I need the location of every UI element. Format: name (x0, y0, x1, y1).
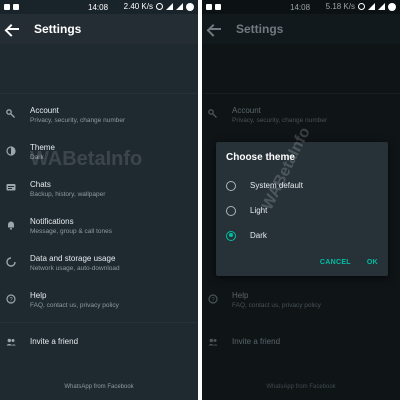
whatsapp-icon (206, 4, 212, 10)
alarm-icon (358, 3, 365, 10)
radio-button[interactable] (226, 205, 236, 216)
app-bar: Settings (0, 14, 198, 44)
status-time: 14:08 (290, 3, 311, 12)
item-subtitle: FAQ, contact us, privacy policy (30, 302, 119, 309)
notification-icon (215, 4, 221, 10)
settings-item-help[interactable]: ? Help FAQ, contact us, privacy policy (0, 283, 198, 320)
item-title: Account (30, 106, 59, 115)
footer-text: WhatsApp from Facebook (266, 384, 336, 390)
settings-item-chats[interactable]: Chats Backup, history, wallpaper (0, 172, 198, 209)
wifi-icon (166, 3, 173, 10)
status-bar: 14:08 2.40 K/s (0, 0, 198, 14)
settings-item-data-storage[interactable]: Data and storage usage Network usage, au… (0, 246, 198, 283)
settings-item-invite: Invite a friend (202, 323, 400, 360)
app-bar: Settings (202, 14, 400, 44)
footer-text: WhatsApp from Facebook (64, 384, 134, 390)
notification-icon (13, 4, 19, 10)
option-label: Dark (250, 231, 267, 240)
key-icon (208, 109, 218, 119)
radio-button[interactable] (226, 180, 236, 191)
theme-option-dark[interactable]: Dark (226, 223, 376, 248)
item-subtitle: Privacy, security, change number (232, 117, 328, 124)
help-icon: ? (208, 294, 218, 304)
data-usage-icon (6, 257, 16, 267)
settings-list: Account Privacy, security, change number… (0, 94, 198, 360)
status-bar: 14:08 5.18 K/s (202, 0, 400, 14)
choose-theme-dialog: Choose theme System default Light Dark C… (216, 142, 388, 276)
network-speed: 5.18 K/s (325, 2, 355, 11)
network-speed: 2.40 K/s (123, 2, 153, 11)
item-subtitle: Backup, history, wallpaper (30, 191, 106, 198)
settings-screen-with-dialog: 14:08 5.18 K/s Settings Account Privacy,… (202, 0, 400, 400)
chat-icon (6, 183, 16, 193)
ok-button[interactable]: OK (367, 259, 378, 266)
item-subtitle: Message, group & call tones (30, 228, 113, 235)
whatsapp-icon (4, 4, 10, 10)
bell-icon (6, 220, 16, 230)
people-icon (6, 337, 16, 347)
item-title: Chats (30, 180, 51, 189)
item-title: Data and storage usage (30, 254, 116, 263)
page-title: Settings (236, 22, 284, 36)
alarm-icon (156, 3, 163, 10)
watermark: WABetaInfo (30, 148, 143, 170)
item-subtitle: Network usage, auto-download (30, 265, 120, 272)
theme-option-system-default[interactable]: System default (226, 173, 376, 198)
settings-item-help: ? Help FAQ, contact us, privacy policy (202, 283, 400, 320)
notification-icons (206, 4, 221, 10)
item-title: Help (232, 291, 249, 300)
theme-option-light[interactable]: Light (226, 198, 376, 223)
page-title: Settings (34, 22, 82, 36)
people-icon (208, 337, 218, 347)
item-title: Account (232, 106, 261, 115)
settings-screen: 14:08 2.40 K/s Settings Account Privacy,… (0, 0, 198, 400)
key-icon (6, 109, 16, 119)
battery-icon (388, 2, 396, 11)
help-icon: ? (6, 294, 16, 304)
item-title: Help (30, 291, 47, 300)
wifi-icon (368, 3, 375, 10)
signal-icon (378, 3, 385, 10)
settings-item-notifications[interactable]: Notifications Message, group & call tone… (0, 209, 198, 246)
radio-button-selected[interactable] (226, 230, 236, 241)
settings-item-account[interactable]: Account Privacy, security, change number (0, 98, 198, 135)
item-title: Notifications (30, 217, 74, 226)
item-title: Invite a friend (30, 337, 79, 346)
back-arrow-icon (208, 21, 224, 37)
item-title: Invite a friend (232, 337, 281, 346)
settings-item-invite[interactable]: Invite a friend (0, 323, 198, 360)
profile-section[interactable] (0, 44, 198, 94)
battery-icon (186, 2, 194, 11)
profile-section (202, 44, 400, 94)
item-subtitle: Privacy, security, change number (30, 117, 126, 124)
status-time: 14:08 (88, 3, 109, 12)
theme-icon (6, 146, 16, 156)
back-arrow-icon[interactable] (6, 21, 22, 37)
item-subtitle: FAQ, contact us, privacy policy (232, 302, 321, 309)
cancel-button[interactable]: CANCEL (320, 259, 351, 266)
notification-icons (4, 4, 19, 10)
signal-icon (176, 3, 183, 10)
